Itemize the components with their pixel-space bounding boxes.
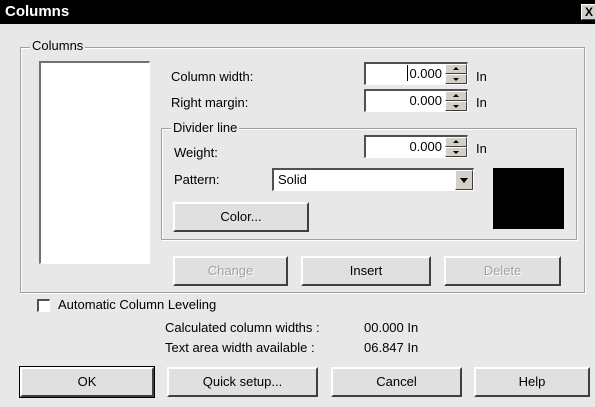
right-margin-unit: In [476,95,487,110]
cancel-button[interactable]: Cancel [331,367,462,397]
column-width-label: Column width: [171,69,254,84]
pattern-dropdown[interactable]: Solid [272,168,474,191]
spin-down-icon[interactable] [445,147,467,157]
weight-label: Weight: [174,145,218,160]
weight-value: 0.000 [409,139,442,154]
calculated-widths-label: Calculated column widths : [165,320,320,335]
column-width-spin-buttons [445,64,467,84]
column-width-unit: In [476,69,487,84]
spin-down-icon[interactable] [445,74,467,84]
spin-up-icon[interactable] [445,64,467,74]
weight-unit: In [476,141,487,156]
columns-group-legend: Columns [30,38,86,53]
pattern-label: Pattern: [174,172,220,187]
text-area-width-value: 06.847 In [364,340,419,355]
calculated-widths-value: 00.000 In [364,320,419,335]
right-margin-value: 0.000 [409,93,442,108]
column-width-value: 0.000 [409,66,442,81]
close-button[interactable]: X [581,4,595,20]
auto-leveling-checkbox[interactable] [37,299,50,312]
help-button[interactable]: Help [474,367,590,397]
title-bar: Columns X [0,0,595,24]
auto-leveling-label[interactable]: Automatic Column Leveling [58,297,216,312]
text-area-width-label: Text area width available : [165,340,315,355]
spin-up-icon[interactable] [445,137,467,147]
weight-spinner[interactable]: 0.000 [364,135,468,158]
ok-button[interactable]: OK [19,366,155,398]
pattern-value: Solid [278,172,307,187]
divider-line-legend: Divider line [171,120,240,135]
text-caret [407,65,408,81]
chevron-down-icon[interactable] [455,170,473,190]
color-button[interactable]: Color... [173,202,309,232]
change-button[interactable]: Change [173,256,288,286]
spin-up-icon[interactable] [445,91,467,101]
weight-spin-buttons [445,137,467,157]
delete-button[interactable]: Delete [444,256,561,286]
right-margin-spin-buttons [445,91,467,111]
insert-button[interactable]: Insert [301,256,431,286]
divider-color-swatch [493,168,564,229]
quick-setup-button[interactable]: Quick setup... [167,367,318,397]
dialog-title: Columns [5,3,70,20]
spin-down-icon[interactable] [445,101,467,111]
columns-listbox[interactable] [39,61,150,264]
column-width-spinner[interactable]: 0.000 [364,62,468,85]
right-margin-spinner[interactable]: 0.000 [364,89,468,112]
right-margin-label: Right margin: [171,95,249,110]
